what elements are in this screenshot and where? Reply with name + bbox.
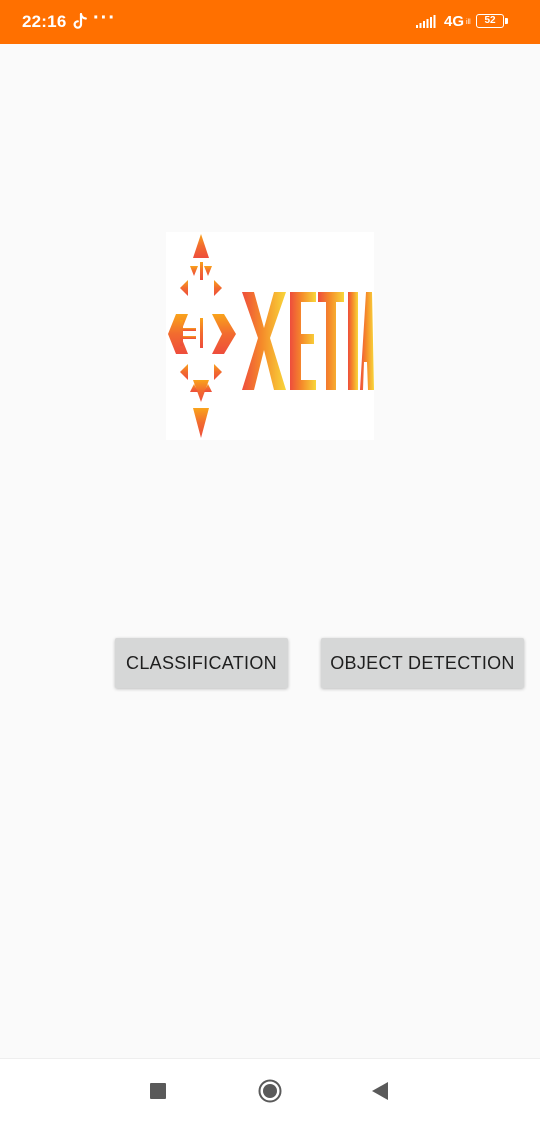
classification-button[interactable]: CLASSIFICATION <box>115 638 288 688</box>
xetia-logo-graphic <box>168 234 374 438</box>
tiktok-icon <box>73 13 87 29</box>
network-subscript: ill <box>466 19 471 26</box>
object-detection-button[interactable]: OBJECT DETECTION <box>321 638 524 688</box>
battery-icon: 52 <box>476 14 508 30</box>
xetia-logo: XETIA <box>166 232 374 440</box>
xetia-wordmark <box>242 292 374 390</box>
home-icon[interactable] <box>258 1079 282 1103</box>
status-time: 22:16 <box>22 12 67 31</box>
back-icon[interactable] <box>370 1081 390 1101</box>
battery-level: 52 <box>476 14 504 28</box>
navigation-bar <box>0 1058 540 1124</box>
network-type: 4G <box>444 13 465 30</box>
status-bar: 22:16 ··· 4G ill 52 <box>0 0 540 44</box>
recents-icon[interactable] <box>150 1083 166 1099</box>
xetia-logo-text: XETIA <box>374 232 375 233</box>
xetia-emblem <box>168 234 236 438</box>
more-notifications-icon: ··· <box>93 7 116 29</box>
battery-tip <box>505 18 508 24</box>
signal-icon <box>416 15 436 28</box>
